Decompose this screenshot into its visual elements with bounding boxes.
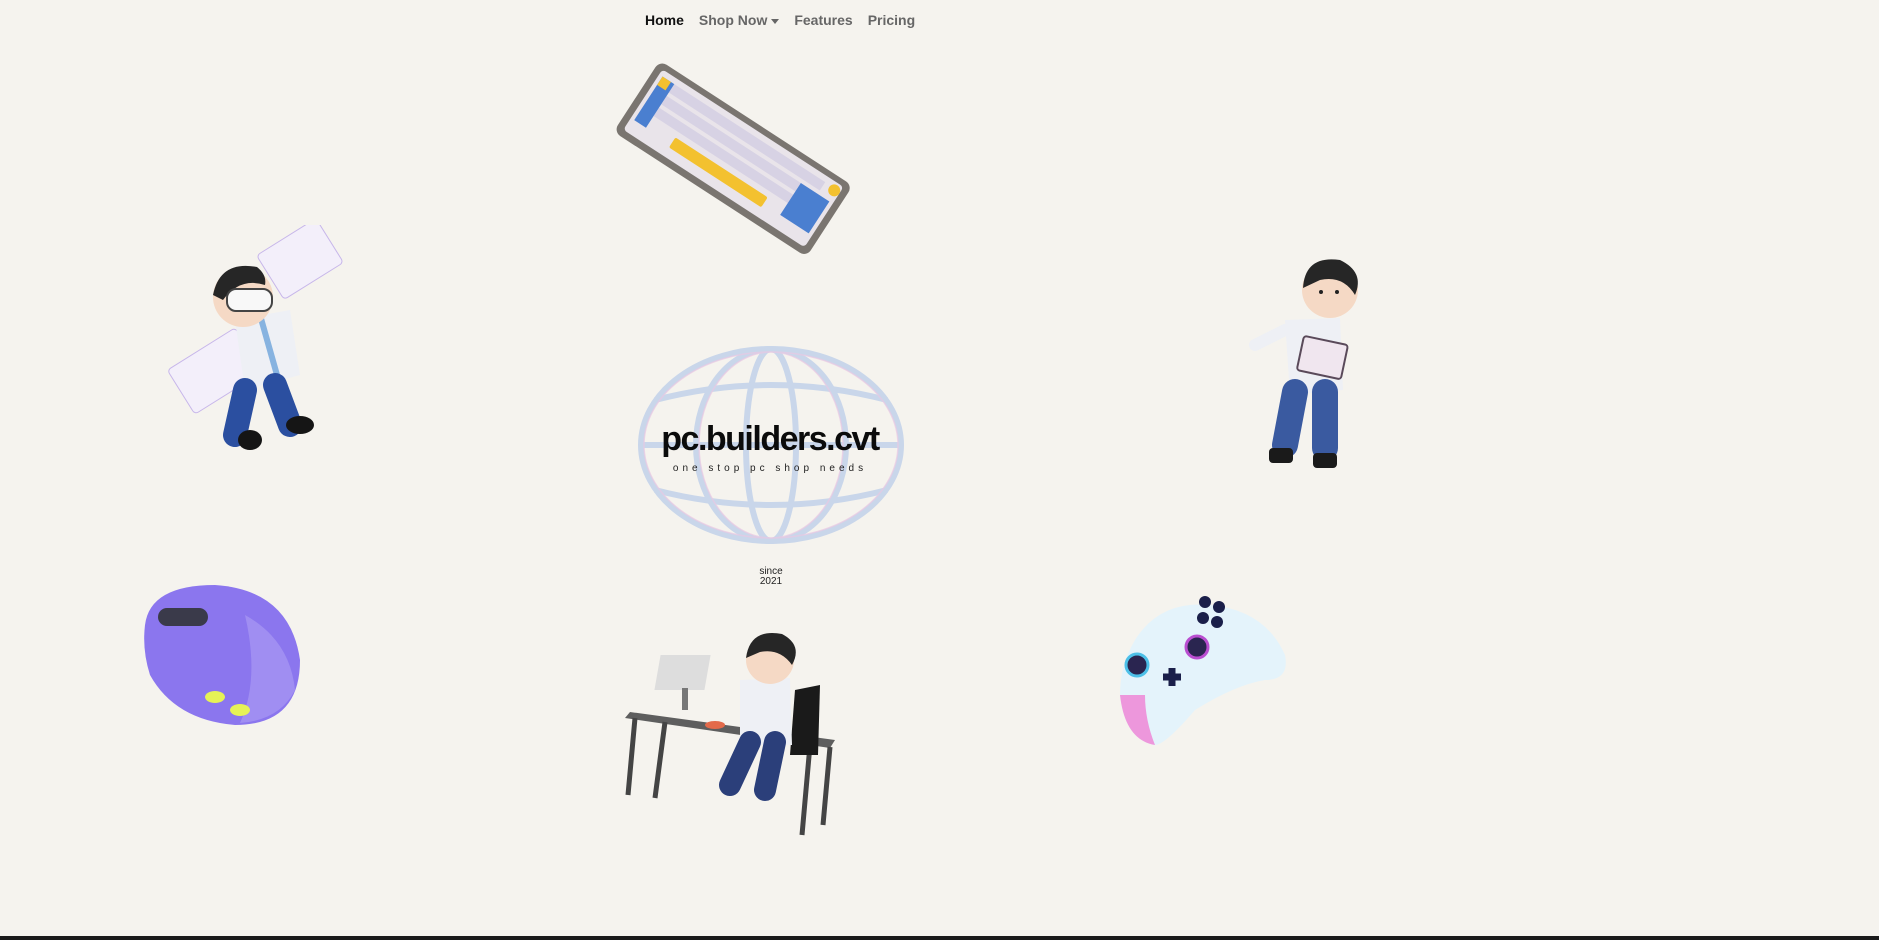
logo-tagline: one stop pc shop needs (672, 463, 868, 474)
chevron-down-icon (771, 18, 780, 24)
vr-character-icon (168, 225, 343, 450)
keyboard-icon (616, 63, 850, 254)
gamepad-icon (1120, 596, 1286, 745)
nav-home-link[interactable]: Home (645, 12, 684, 28)
since-year: 2021 (759, 576, 783, 587)
nav-features-link[interactable]: Features (794, 12, 852, 28)
laptop-character-icon (1249, 259, 1358, 468)
since-badge: since 2021 (740, 567, 802, 587)
main-nav: Home Shop Now Features Pricing (645, 12, 915, 28)
mouse-icon (144, 585, 300, 725)
nav-pricing-link[interactable]: Pricing (868, 12, 915, 28)
page-bottom-border (0, 936, 1879, 940)
nav-shop-now-dropdown[interactable]: Shop Now (698, 12, 780, 28)
logo-title: pc.builders.cvt (661, 420, 880, 458)
desk-character-icon (625, 633, 835, 836)
nav-shop-now-label: Shop Now (698, 12, 768, 28)
